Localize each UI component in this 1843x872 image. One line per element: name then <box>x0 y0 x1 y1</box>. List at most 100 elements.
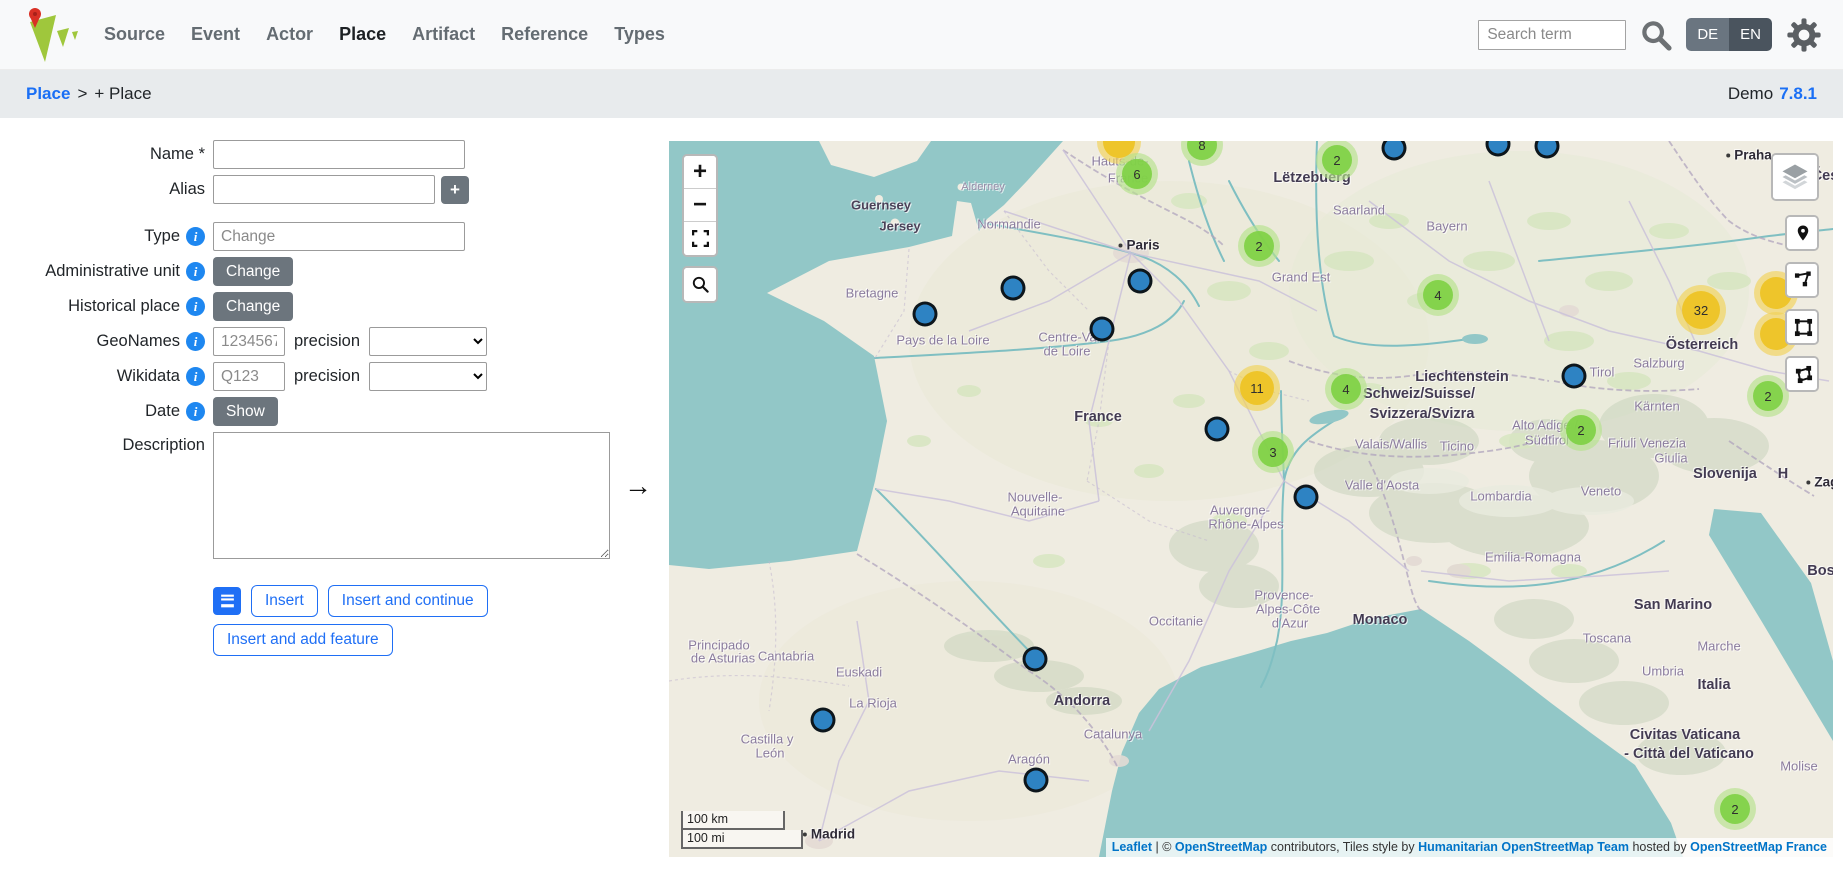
description-label: Description <box>0 432 205 455</box>
settings-button[interactable] <box>1785 16 1823 54</box>
map-search-icon <box>691 275 710 294</box>
map-cluster-marker[interactable]: 2 <box>1560 409 1602 451</box>
admin-unit-label-text: Administrative unit <box>45 262 180 281</box>
zoom-out-button[interactable]: − <box>684 189 716 222</box>
map-point-marker[interactable] <box>1128 269 1153 294</box>
admin-unit-change-button[interactable]: Change <box>213 257 293 286</box>
map-cluster-marker[interactable]: 2 <box>1316 141 1358 181</box>
insert-and-add-feature-button[interactable]: Insert and add feature <box>213 624 393 656</box>
leaflet-map[interactable]: Hauts-de-FranceGuernseyJerseyAlderneyNor… <box>669 141 1833 857</box>
layers-button[interactable] <box>1773 155 1817 199</box>
polyline-icon <box>1794 271 1813 290</box>
wikidata-precision-select[interactable] <box>369 362 487 391</box>
map-cluster-marker[interactable]: 2 <box>1747 375 1789 417</box>
language-de-button[interactable]: DE <box>1686 18 1729 51</box>
search-button[interactable] <box>1639 18 1673 52</box>
breadcrumb-place-link[interactable]: Place <box>26 84 70 103</box>
map-point-marker[interactable] <box>1024 768 1049 793</box>
geonames-input[interactable] <box>213 327 285 356</box>
map-layers-control <box>1771 153 1819 201</box>
draw-polygon-button[interactable] <box>1787 358 1819 390</box>
site-info: Demo7.8.1 <box>1728 84 1817 104</box>
type-label: Type i <box>0 227 205 246</box>
fullscreen-button[interactable] <box>684 222 716 255</box>
admin-unit-info-icon[interactable]: i <box>186 262 205 281</box>
nav-item-artifact[interactable]: Artifact <box>412 24 475 45</box>
map-cluster-marker[interactable]: 8 <box>1181 141 1223 166</box>
attribution-divider: | © <box>1152 840 1175 854</box>
osmfr-link[interactable]: OpenStreetMap France <box>1690 840 1827 854</box>
map-point-marker[interactable] <box>1205 417 1230 442</box>
map-cluster-marker[interactable]: 11 <box>1234 365 1280 411</box>
historical-place-label: Historical place i <box>0 297 205 316</box>
breadcrumb-bar: Place > + Place Demo7.8.1 <box>0 70 1843 118</box>
map-point-marker[interactable] <box>1486 141 1511 157</box>
version-link[interactable]: 7.8.1 <box>1779 84 1817 103</box>
draw-polyline-button[interactable] <box>1787 264 1819 296</box>
geonames-label-text: GeoNames <box>97 332 180 351</box>
manual-button[interactable] <box>213 587 241 615</box>
map-marker-layer: 86224321142322 <box>669 141 1833 857</box>
date-label: Date i <box>0 402 205 421</box>
map-cluster-marker[interactable]: 6 <box>1116 153 1158 195</box>
leaflet-link[interactable]: Leaflet <box>1112 840 1152 854</box>
geonames-precision-select[interactable] <box>369 327 487 356</box>
map-cluster-marker[interactable]: 3 <box>1252 431 1294 473</box>
wikidata-label-text: Wikidata <box>117 367 180 386</box>
search-input[interactable] <box>1478 20 1626 50</box>
map-point-marker[interactable] <box>1382 141 1407 161</box>
historical-place-change-button[interactable]: Change <box>213 292 293 321</box>
map-search-button[interactable] <box>684 268 716 301</box>
map-point-marker[interactable] <box>1090 317 1115 342</box>
alias-input[interactable] <box>213 175 435 204</box>
draw-polygon-control <box>1785 356 1819 392</box>
type-input[interactable] <box>213 222 465 251</box>
draw-rectangle-button[interactable] <box>1787 311 1819 343</box>
breadcrumb-separator: > <box>77 84 87 103</box>
language-switch: DE EN <box>1686 18 1772 51</box>
map-scale-control: 100 km 100 mi <box>681 811 803 850</box>
type-label-text: Type <box>144 227 180 246</box>
name-input[interactable] <box>213 140 465 169</box>
geonames-info-icon[interactable]: i <box>186 332 205 351</box>
insert-button[interactable]: Insert <box>251 585 318 617</box>
map-cluster-marker[interactable]: 2 <box>1238 225 1280 267</box>
type-info-icon[interactable]: i <box>186 227 205 246</box>
nav-item-actor[interactable]: Actor <box>266 24 313 45</box>
map-cluster-marker[interactable]: 4 <box>1325 368 1367 410</box>
collapse-form-arrow[interactable]: → <box>624 472 652 500</box>
date-info-icon[interactable]: i <box>186 402 205 421</box>
description-textarea[interactable] <box>213 432 610 559</box>
wikidata-info-icon[interactable]: i <box>186 367 205 386</box>
map-point-marker[interactable] <box>1023 647 1048 672</box>
map-search-control <box>682 266 718 303</box>
draw-marker-button[interactable] <box>1787 217 1819 249</box>
nav-item-place[interactable]: Place <box>339 24 386 45</box>
insert-and-continue-button[interactable]: Insert and continue <box>328 585 488 617</box>
map-cluster-marker[interactable]: 2 <box>1714 788 1756 830</box>
map-point-marker[interactable] <box>1562 364 1587 389</box>
language-en-button[interactable]: EN <box>1729 18 1772 51</box>
map-point-marker[interactable] <box>811 708 836 733</box>
nav-item-event[interactable]: Event <box>191 24 240 45</box>
map-point-marker[interactable] <box>1294 485 1319 510</box>
map-point-marker[interactable] <box>1535 141 1560 159</box>
wikidata-label: Wikidata i <box>0 367 205 386</box>
page-title: + Place <box>94 84 151 103</box>
wikidata-input[interactable] <box>213 362 285 391</box>
zoom-in-button[interactable]: + <box>684 156 716 189</box>
map-cluster-marker[interactable]: 32 <box>1676 285 1726 335</box>
add-alias-button[interactable]: + <box>441 176 469 204</box>
nav-item-types[interactable]: Types <box>614 24 665 45</box>
map-point-marker[interactable] <box>1001 276 1026 301</box>
nav-item-reference[interactable]: Reference <box>501 24 588 45</box>
nav-item-source[interactable]: Source <box>104 24 165 45</box>
map-zoom-control: + − <box>682 154 718 257</box>
hot-link[interactable]: Humanitarian OpenStreetMap Team <box>1418 840 1629 854</box>
date-show-button[interactable]: Show <box>213 397 278 426</box>
historical-place-info-icon[interactable]: i <box>186 297 205 316</box>
map-cluster-marker[interactable]: 4 <box>1417 274 1459 316</box>
osm-link[interactable]: OpenStreetMap <box>1175 840 1267 854</box>
openatlas-logo-icon[interactable] <box>22 6 78 64</box>
map-point-marker[interactable] <box>913 302 938 327</box>
